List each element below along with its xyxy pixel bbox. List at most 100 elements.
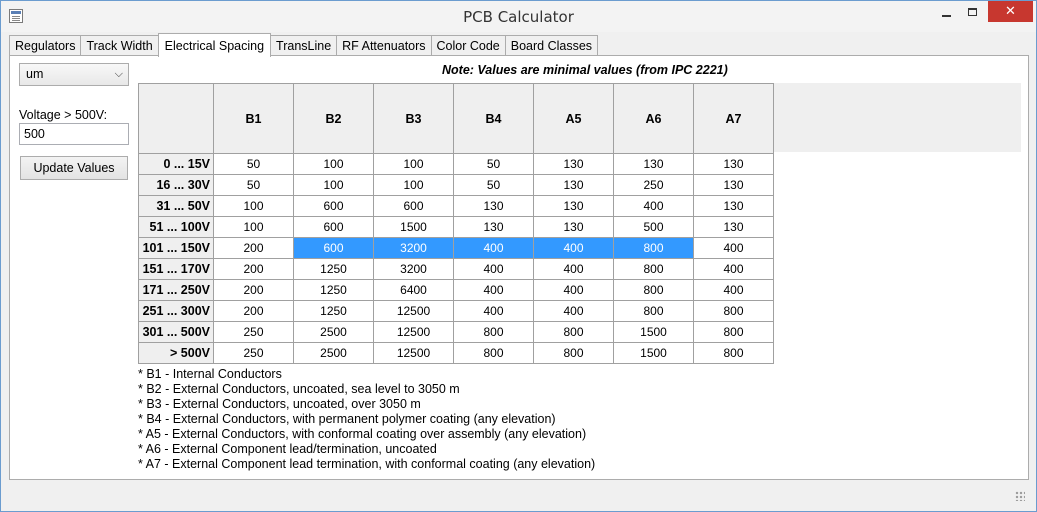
table-cell[interactable]: 400 [453, 279, 534, 301]
table-cell[interactable]: 50 [453, 174, 534, 196]
tab-track-width[interactable]: Track Width [80, 35, 159, 56]
table-cell[interactable]: 800 [533, 342, 614, 364]
table-cell[interactable]: 600 [373, 195, 454, 217]
table-cell[interactable]: 400 [533, 279, 614, 301]
table-cell[interactable]: 800 [693, 321, 774, 343]
table-cell[interactable]: 2500 [293, 342, 374, 364]
row-header[interactable]: 16 ... 30V [138, 174, 214, 196]
column-header-b4[interactable]: B4 [453, 83, 534, 154]
row-header[interactable]: 51 ... 100V [138, 216, 214, 238]
row-header[interactable]: 31 ... 50V [138, 195, 214, 217]
resize-grip-icon[interactable] [1015, 491, 1025, 501]
table-cell[interactable]: 100 [373, 174, 454, 196]
update-values-button[interactable]: Update Values [20, 156, 128, 180]
table-cell[interactable]: 200 [213, 237, 294, 259]
table-cell[interactable]: 100 [373, 153, 454, 175]
tab-electrical-spacing[interactable]: Electrical Spacing [157, 33, 272, 57]
table-cell[interactable]: 100 [293, 153, 374, 175]
table-cell[interactable]: 130 [693, 174, 774, 196]
table-cell[interactable]: 400 [533, 300, 614, 322]
column-header-a6[interactable]: A6 [613, 83, 694, 154]
table-cell[interactable]: 12500 [373, 321, 454, 343]
row-header[interactable]: 101 ... 150V [138, 237, 214, 259]
table-cell[interactable]: 130 [533, 174, 614, 196]
tab-color-code[interactable]: Color Code [430, 35, 506, 56]
table-cell[interactable]: 3200 [373, 237, 454, 259]
table-cell[interactable]: 400 [613, 195, 694, 217]
table-cell[interactable]: 100 [213, 195, 294, 217]
table-cell[interactable]: 130 [613, 153, 694, 175]
table-cell[interactable]: 400 [453, 237, 534, 259]
column-header-a5[interactable]: A5 [533, 83, 614, 154]
unit-select[interactable]: um ⌵ [19, 63, 129, 86]
row-header[interactable]: 171 ... 250V [138, 279, 214, 301]
table-cell[interactable]: 130 [533, 216, 614, 238]
table-cell[interactable]: 800 [453, 342, 534, 364]
table-cell[interactable]: 3200 [373, 258, 454, 280]
column-header-b2[interactable]: B2 [293, 83, 374, 154]
spacing-grid[interactable]: B1 B2 B3 B4 A5 A6 A7 0 ... 15V 50 100 100 50 130 130 1… [138, 83, 774, 364]
row-header[interactable]: 301 ... 500V [138, 321, 214, 343]
table-cell[interactable]: 800 [693, 300, 774, 322]
voltage-input[interactable]: 500 [19, 123, 129, 145]
table-cell[interactable]: 50 [453, 153, 534, 175]
table-cell[interactable]: 800 [533, 321, 614, 343]
table-cell[interactable]: 1500 [613, 342, 694, 364]
minimize-button[interactable] [933, 1, 959, 22]
table-cell[interactable]: 400 [533, 258, 614, 280]
table-cell[interactable]: 400 [693, 258, 774, 280]
table-cell[interactable]: 1500 [373, 216, 454, 238]
table-cell[interactable]: 500 [613, 216, 694, 238]
tab-regulators[interactable]: Regulators [9, 35, 82, 56]
table-cell[interactable]: 1250 [293, 300, 374, 322]
row-header[interactable]: 0 ... 15V [138, 153, 214, 175]
table-cell[interactable]: 130 [453, 195, 534, 217]
row-header[interactable]: > 500V [138, 342, 214, 364]
table-cell[interactable]: 600 [293, 216, 374, 238]
row-header[interactable]: 251 ... 300V [138, 300, 214, 322]
table-cell[interactable]: 250 [613, 174, 694, 196]
table-cell[interactable]: 400 [693, 237, 774, 259]
tab-rf-attenuators[interactable]: RF Attenuators [336, 35, 432, 56]
table-cell[interactable]: 50 [213, 153, 294, 175]
table-cell[interactable]: 1250 [293, 279, 374, 301]
table-cell[interactable]: 130 [453, 216, 534, 238]
table-cell[interactable]: 400 [693, 279, 774, 301]
table-cell[interactable]: 800 [453, 321, 534, 343]
table-cell[interactable]: 2500 [293, 321, 374, 343]
table-cell[interactable]: 600 [293, 195, 374, 217]
table-cell[interactable]: 800 [613, 258, 694, 280]
table-cell[interactable]: 250 [213, 342, 294, 364]
column-header-a7[interactable]: A7 [693, 83, 774, 154]
table-cell[interactable]: 800 [693, 342, 774, 364]
table-cell[interactable]: 130 [533, 153, 614, 175]
table-cell[interactable]: 1500 [613, 321, 694, 343]
table-cell[interactable]: 130 [693, 216, 774, 238]
close-button[interactable]: ✕ [988, 1, 1033, 22]
maximize-button[interactable] [959, 1, 985, 22]
table-cell[interactable]: 200 [213, 258, 294, 280]
table-cell[interactable]: 100 [213, 216, 294, 238]
table-cell[interactable]: 400 [453, 300, 534, 322]
table-cell[interactable]: 50 [213, 174, 294, 196]
table-cell[interactable]: 800 [613, 237, 694, 259]
table-cell[interactable]: 1250 [293, 258, 374, 280]
table-cell[interactable]: 400 [533, 237, 614, 259]
tab-board-classes[interactable]: Board Classes [504, 35, 599, 56]
table-cell[interactable]: 130 [693, 195, 774, 217]
column-header-b3[interactable]: B3 [373, 83, 454, 154]
table-cell[interactable]: 130 [533, 195, 614, 217]
table-cell[interactable]: 800 [613, 300, 694, 322]
table-cell[interactable]: 400 [453, 258, 534, 280]
table-cell[interactable]: 600 [293, 237, 374, 259]
table-cell[interactable]: 250 [213, 321, 294, 343]
table-cell[interactable]: 12500 [373, 342, 454, 364]
row-header[interactable]: 151 ... 170V [138, 258, 214, 280]
table-cell[interactable]: 130 [693, 153, 774, 175]
column-header-b1[interactable]: B1 [213, 83, 294, 154]
table-cell[interactable]: 200 [213, 300, 294, 322]
table-cell[interactable]: 200 [213, 279, 294, 301]
table-cell[interactable]: 6400 [373, 279, 454, 301]
table-cell[interactable]: 800 [613, 279, 694, 301]
tab-transline[interactable]: TransLine [270, 35, 338, 56]
